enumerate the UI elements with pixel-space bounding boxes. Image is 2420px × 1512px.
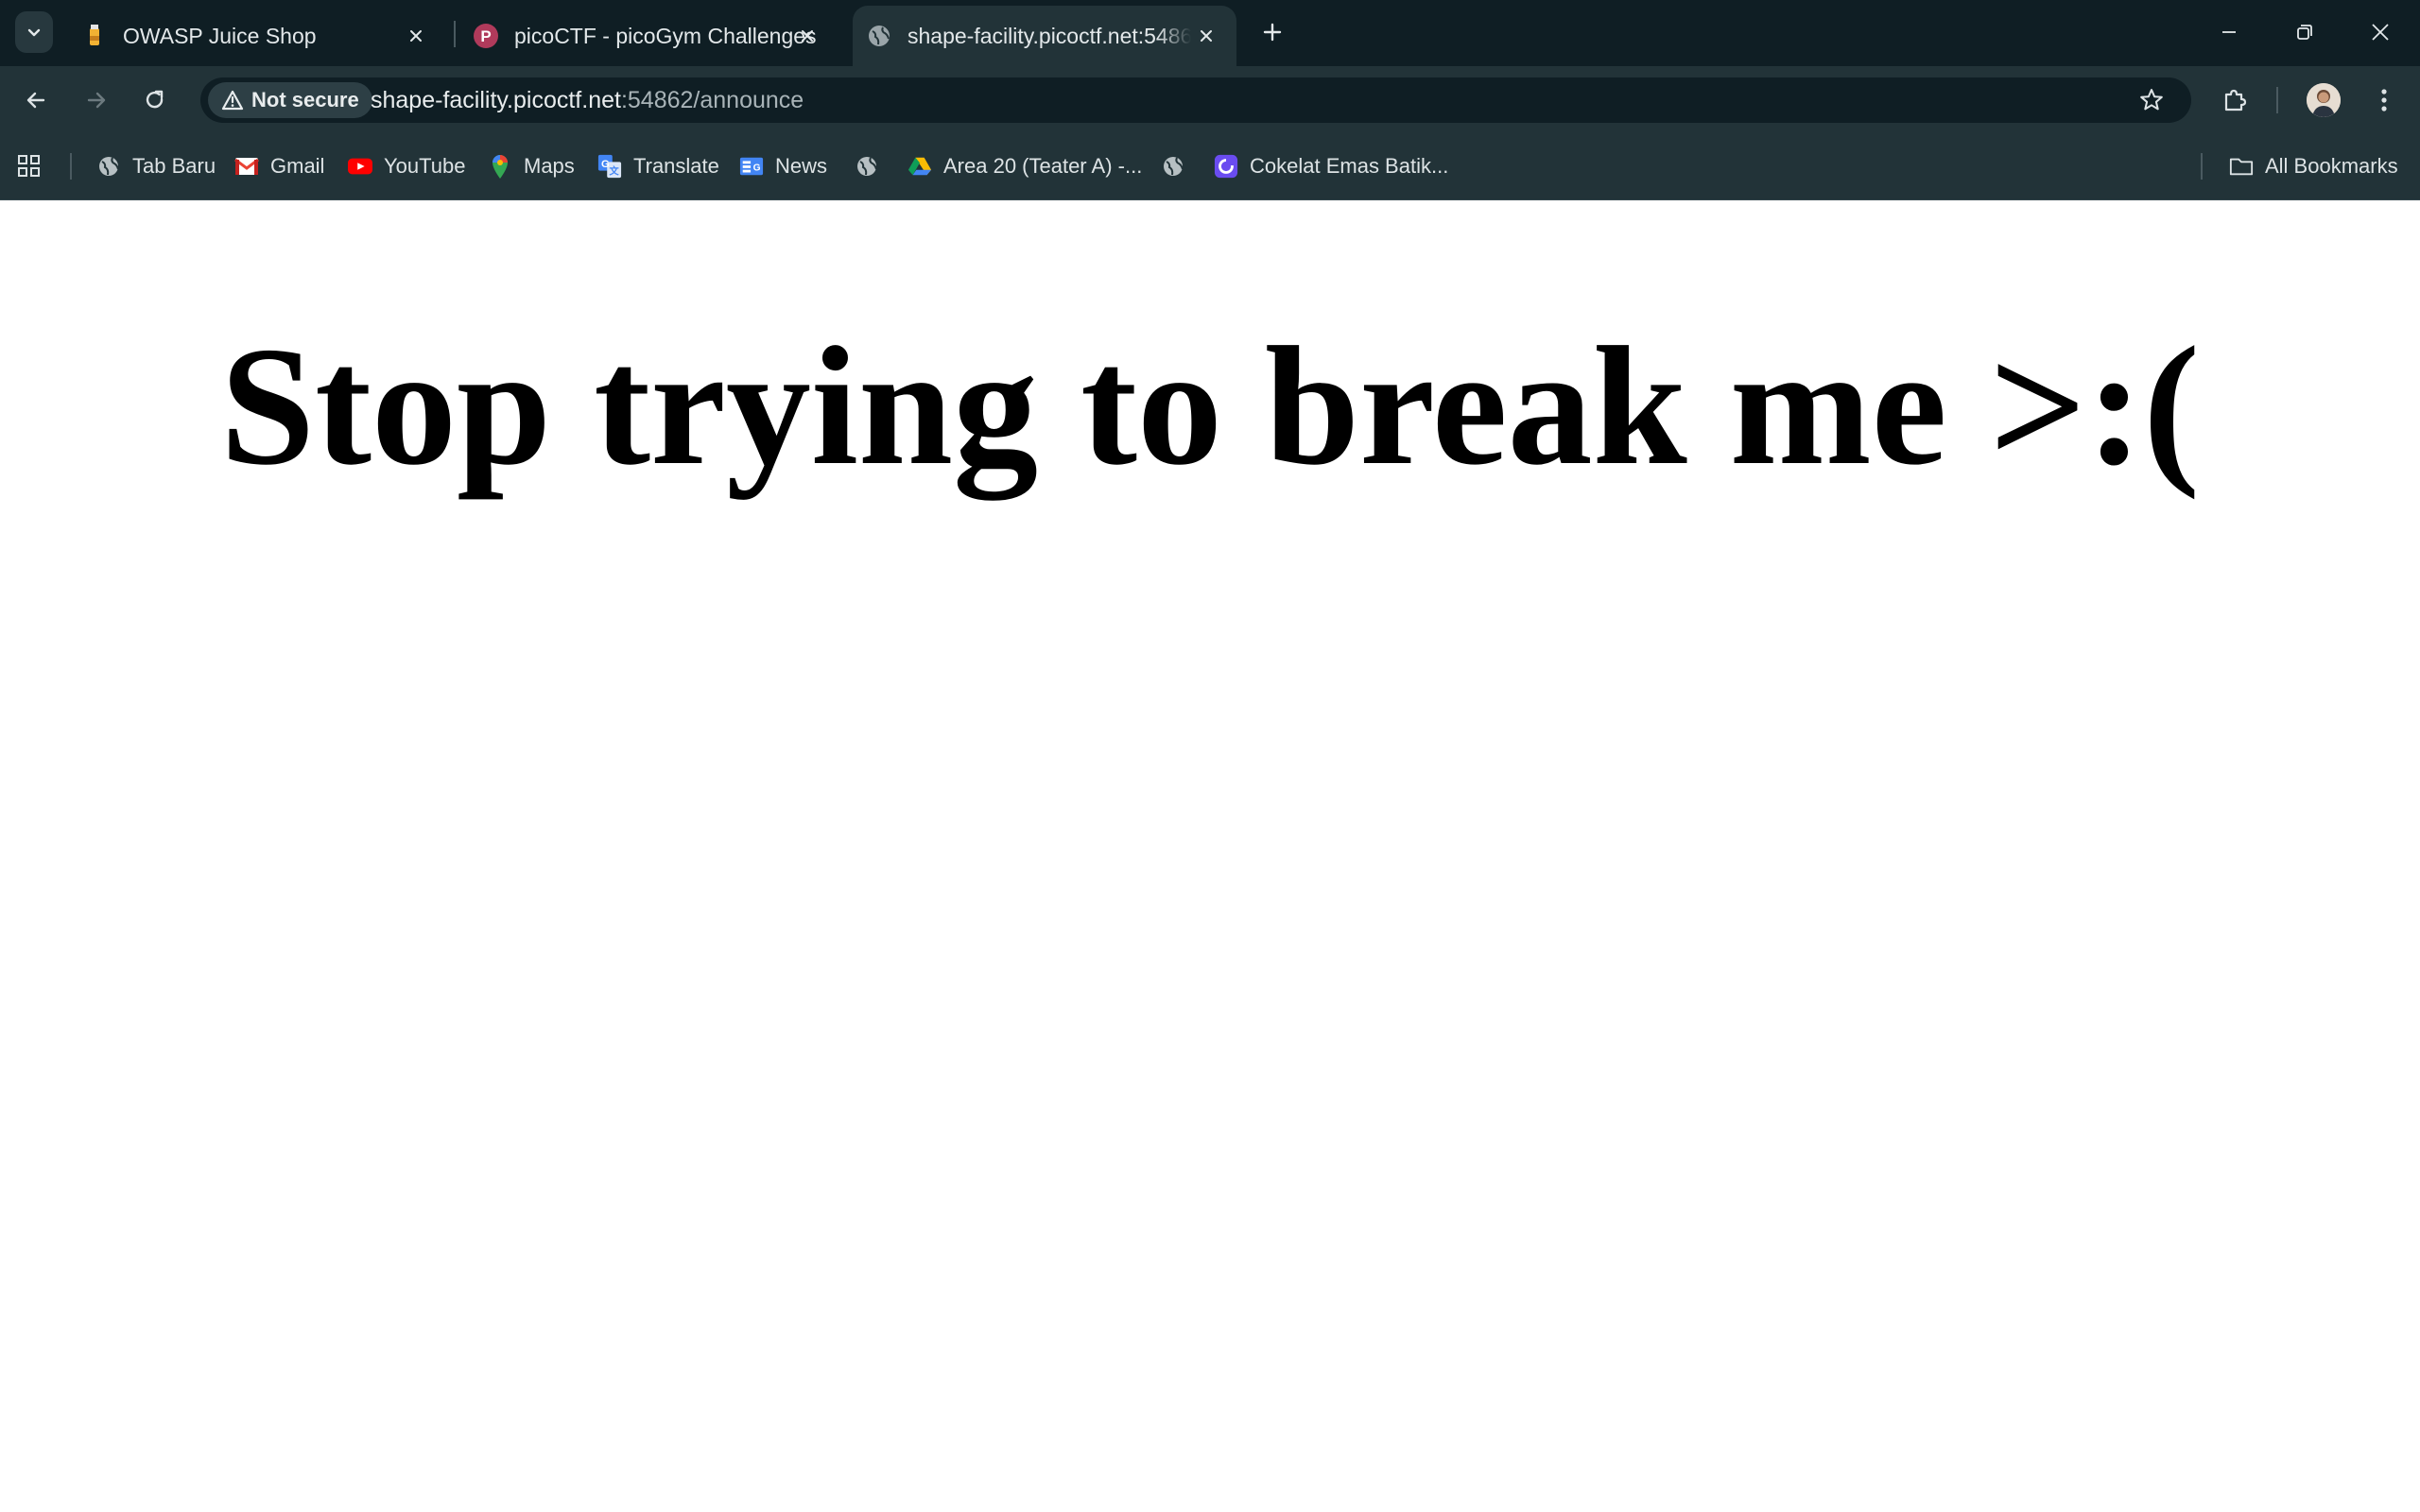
tab-strip: OWASP Juice Shop P picoCTF - picoGym Cha… [0, 0, 2420, 66]
bookmark-area-20[interactable]: Area 20 (Teater A) -... [908, 149, 1142, 183]
page-headline: Stop trying to break me >:( [219, 312, 2201, 500]
bookmarks-separator [70, 153, 72, 180]
bookmark-label: Translate [633, 154, 719, 178]
bookmark-label: Cokelat Emas Batik... [1250, 154, 1449, 178]
gmail-icon [234, 154, 259, 179]
security-indicator[interactable]: Not secure [208, 82, 372, 118]
svg-text:G: G [601, 159, 610, 170]
url-path: :54862/announce [620, 87, 804, 113]
translate-icon: G文 [597, 154, 622, 179]
bookmark-translate[interactable]: G文 Translate [597, 149, 719, 183]
close-window-button[interactable] [2363, 15, 2397, 49]
warning-icon [221, 90, 244, 111]
bookmark-label: Gmail [270, 154, 325, 178]
youtube-icon [348, 154, 372, 179]
profile-avatar[interactable] [2307, 83, 2341, 117]
bookmark-globe-2[interactable] [1161, 149, 1197, 183]
picoctf-icon: P [473, 23, 499, 49]
bookmark-youtube[interactable]: YouTube [348, 149, 465, 183]
arrow-left-icon [26, 92, 45, 109]
tab-active-shape-facility[interactable]: shape-facility.picoctf.net:54862/announc… [853, 6, 1236, 66]
browser-toolbar: Not secure shape-facility.picoctf.net:54… [0, 66, 2420, 132]
tab-title: OWASP Juice Shop [123, 23, 317, 48]
restore-button[interactable] [2288, 15, 2322, 49]
tab-separator [454, 21, 456, 47]
new-tab-button[interactable] [1255, 15, 1289, 49]
arrow-right-icon [87, 92, 106, 109]
bookmark-label: Maps [524, 154, 575, 178]
url-text[interactable]: shape-facility.picoctf.net:54862/announc… [371, 77, 804, 123]
bookmark-label: Area 20 (Teater A) -... [943, 154, 1143, 178]
globe-icon [855, 154, 879, 179]
tab-juice-shop[interactable]: OWASP Juice Shop [68, 6, 446, 66]
toolbar-divider [2276, 87, 2278, 113]
menu-button[interactable] [2365, 81, 2403, 119]
url-host: shape-facility.picoctf.net [371, 87, 621, 113]
juice-shop-icon [81, 23, 108, 49]
bookmark-cokelat-emas-batik[interactable]: Cokelat Emas Batik... [1214, 149, 1448, 183]
all-bookmarks-button[interactable]: All Bookmarks [2229, 149, 2398, 183]
page-content: Stop trying to break me >:( [0, 200, 2420, 1512]
svg-text:P: P [480, 27, 491, 45]
close-icon[interactable] [794, 23, 821, 49]
apps-grid-icon [17, 154, 42, 179]
globe-icon [96, 154, 121, 179]
svg-text:G: G [753, 163, 761, 174]
close-icon[interactable] [403, 23, 429, 49]
extensions-button[interactable] [2216, 81, 2254, 119]
chevron-down-icon [27, 28, 41, 37]
tab-title: shape-facility.picoctf.net:54862/announc… [908, 23, 1191, 48]
back-button[interactable] [17, 81, 55, 119]
bookmark-tab-baru[interactable]: Tab Baru [96, 149, 216, 183]
bookmarks-bar: Tab Baru Gmail YouTube Maps G文 Translate… [0, 132, 2420, 200]
bookmark-gmail[interactable]: Gmail [234, 149, 324, 183]
bookmarks-separator [2201, 153, 2203, 180]
svg-text:文: 文 [609, 164, 620, 177]
tab-picoctf[interactable]: P picoCTF - picoGym Challenges [459, 6, 838, 66]
security-label: Not secure [251, 88, 359, 112]
star-icon [2140, 89, 2163, 111]
all-bookmarks-label: All Bookmarks [2265, 154, 2398, 178]
globe-icon [1161, 154, 1185, 179]
minimize-icon [2222, 31, 2236, 33]
minimize-button[interactable] [2212, 15, 2246, 49]
reload-button[interactable] [136, 81, 174, 119]
globe-icon [866, 23, 892, 49]
more-vert-icon [2381, 89, 2387, 112]
apps-button[interactable] [17, 149, 53, 183]
bookmark-label: Tab Baru [132, 154, 216, 178]
bookmark-label: YouTube [384, 154, 466, 178]
bookmark-star-button[interactable] [2136, 85, 2167, 115]
forward-button[interactable] [78, 81, 115, 119]
avatar-image [2307, 83, 2341, 117]
bookmark-news[interactable]: G News [739, 149, 827, 183]
plus-icon [1263, 23, 1282, 42]
close-icon [2372, 24, 2389, 41]
address-bar[interactable]: Not secure shape-facility.picoctf.net:54… [200, 77, 2191, 123]
news-icon: G [739, 154, 764, 179]
drive-icon [908, 154, 932, 179]
app-icon [1214, 154, 1238, 179]
puzzle-icon [2224, 89, 2247, 112]
bookmark-label: News [775, 154, 828, 178]
reload-icon [146, 90, 164, 109]
bookmark-globe-1[interactable] [855, 149, 890, 183]
folder-icon [2229, 154, 2254, 179]
bookmark-maps[interactable]: Maps [488, 149, 575, 183]
restore-icon [2297, 25, 2312, 40]
close-icon[interactable] [1193, 23, 1219, 49]
tab-title: picoCTF - picoGym Challenges [514, 23, 817, 48]
maps-icon [488, 154, 512, 179]
tab-search-button[interactable] [15, 11, 53, 53]
